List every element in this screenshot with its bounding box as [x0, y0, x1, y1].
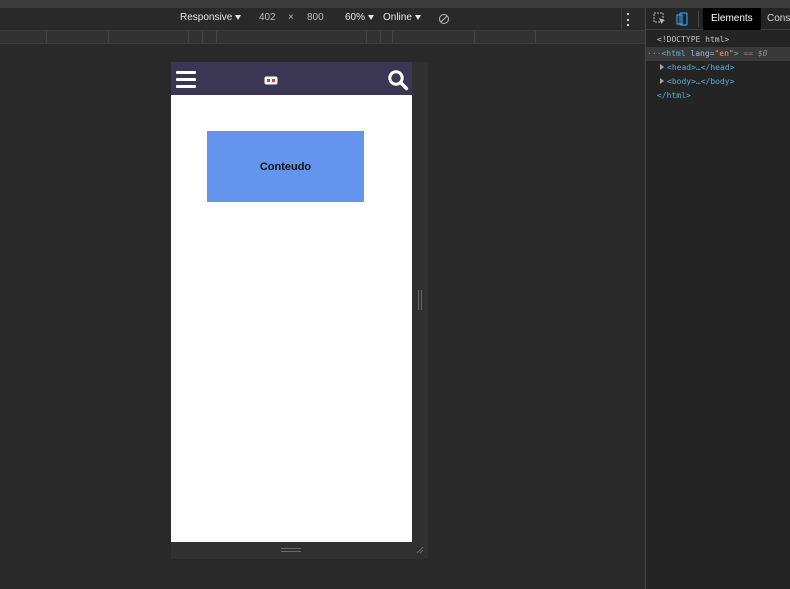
dom-selected-marker: == $0 — [743, 49, 768, 58]
site-navbar — [171, 62, 412, 95]
dom-lang-attr: lang= — [690, 49, 715, 58]
page-viewport: Conteudo — [171, 62, 412, 542]
media-query-ruler[interactable] — [0, 30, 645, 44]
tab-elements[interactable]: Elements — [703, 8, 761, 30]
dom-doctype[interactable]: <!DOCTYPE html> — [646, 33, 790, 47]
zoom-select-label: 60% — [345, 12, 366, 23]
dom-html-close[interactable]: </html> — [646, 89, 790, 103]
search-icon[interactable] — [387, 69, 409, 91]
throttle-select[interactable]: Online — [383, 12, 421, 23]
resize-handle-bottom[interactable] — [281, 548, 301, 552]
expand-triangle-icon[interactable] — [660, 78, 664, 84]
ruler-tick — [474, 31, 475, 43]
device-toolbar: Responsive 402 × 800 60% Online — [0, 8, 645, 30]
window-top-strip — [0, 0, 790, 8]
ruler-tick — [108, 31, 109, 43]
device-select-label: Responsive — [180, 12, 233, 23]
device-toggle-icon[interactable] — [675, 12, 689, 26]
rotate-icon[interactable] — [438, 13, 450, 25]
dom-head-node[interactable]: <head>…</head> — [646, 61, 790, 75]
device-select[interactable]: Responsive — [180, 12, 242, 23]
ruler-tick — [392, 31, 393, 43]
resize-handle-right[interactable] — [418, 290, 422, 310]
dom-head-text: <head>…</head> — [667, 63, 735, 72]
inspect-element-icon[interactable] — [653, 12, 667, 26]
devtools-tabbar: Elements Conso — [646, 8, 790, 30]
ruler-tick — [380, 31, 381, 43]
ruler-tick — [188, 31, 189, 43]
device-viewport-area: Conteudo — [0, 44, 645, 589]
ruler-tick — [366, 31, 367, 43]
zoom-select[interactable]: 60% — [345, 12, 375, 23]
dom-html-bracket: > — [733, 49, 739, 58]
content-label: Conteudo — [259, 160, 312, 173]
content-box: Conteudo — [207, 131, 364, 202]
throttle-select-label: Online — [383, 12, 412, 23]
device-frame: Conteudo — [171, 62, 428, 559]
chevron-down-icon — [368, 15, 375, 20]
dom-ellipsis: ··· — [647, 49, 662, 58]
toolbar-divider — [621, 8, 622, 30]
width-input[interactable]: 402 — [259, 12, 276, 23]
devtools-panel: Elements Conso <!DOCTYPE html> ···<html … — [645, 8, 790, 589]
kebab-menu-icon[interactable] — [627, 13, 630, 26]
hamburger-menu-icon[interactable] — [176, 71, 196, 88]
logo-icon[interactable] — [264, 76, 278, 85]
dom-html-close-text: </html> — [657, 91, 691, 100]
chevron-down-icon — [414, 15, 421, 20]
ruler-tick — [46, 31, 47, 43]
resize-corner-icon[interactable] — [416, 546, 424, 554]
tab-divider — [698, 11, 699, 27]
dom-lang-value: "en" — [714, 49, 734, 58]
height-input[interactable]: 800 — [307, 12, 324, 23]
dom-body-text: <body>…</body> — [667, 77, 735, 86]
ruler-tick — [202, 31, 203, 43]
ruler-tick — [216, 31, 217, 43]
expand-triangle-icon[interactable] — [660, 64, 664, 70]
tab-console[interactable]: Conso — [767, 8, 790, 30]
dom-tree: <!DOCTYPE html> ···<html lang="en"> == $… — [646, 33, 790, 103]
dom-html-node[interactable]: ···<html lang="en"> == $0 — [646, 47, 790, 61]
dom-body-node[interactable]: <body>…</body> — [646, 75, 790, 89]
ruler-tick — [535, 31, 536, 43]
dom-doctype-text: <!DOCTYPE html> — [657, 35, 730, 44]
chevron-down-icon — [235, 15, 242, 20]
dimension-separator: × — [288, 12, 294, 23]
dom-html-open: <html — [661, 49, 686, 58]
